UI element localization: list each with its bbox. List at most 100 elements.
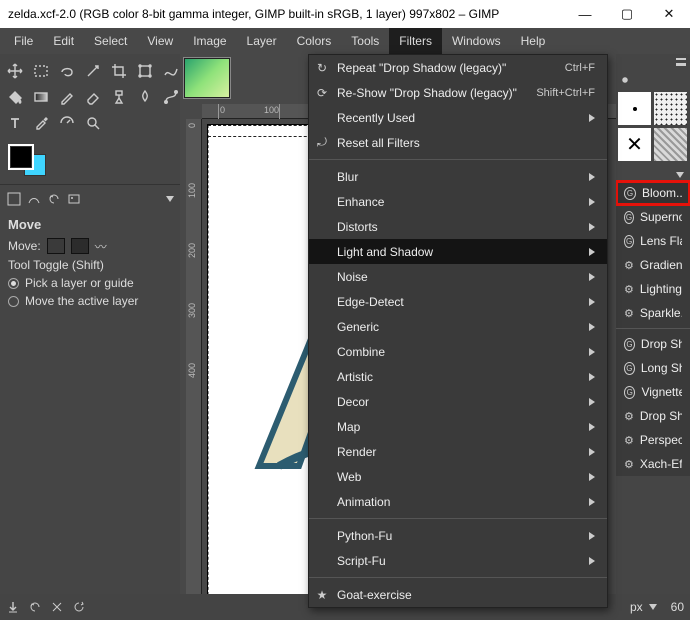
eraser-tool-icon[interactable] <box>82 86 104 108</box>
zoom-tool-icon[interactable] <box>82 112 104 134</box>
sb-delete-icon[interactable] <box>50 600 64 614</box>
menu-file[interactable]: File <box>4 28 43 54</box>
filters-item[interactable]: ↻Repeat "Drop Shadow (legacy)"Ctrl+F <box>309 55 607 80</box>
brush-item[interactable] <box>618 92 651 125</box>
filters-item[interactable]: Light and Shadow <box>309 239 607 264</box>
pencil-tool-icon[interactable] <box>56 86 78 108</box>
submenu-item[interactable]: GDrop Sha <box>616 332 690 356</box>
filters-item[interactable]: Recently Used <box>309 105 607 130</box>
filters-item[interactable]: Web <box>309 464 607 489</box>
tab-devices-icon[interactable] <box>26 191 42 207</box>
filters-item[interactable]: ⟳Re-Show "Drop Shadow (legacy)"Shift+Ctr… <box>309 80 607 105</box>
submenu-item[interactable]: ⚙Lighting E <box>616 277 690 301</box>
move-mode-layer-icon[interactable] <box>47 238 65 254</box>
unit-select[interactable]: px <box>630 600 643 614</box>
expand-icon[interactable] <box>676 172 684 178</box>
filters-item[interactable]: Map <box>309 414 607 439</box>
tab-images-icon[interactable] <box>66 191 82 207</box>
minimize-button[interactable]: — <box>564 0 606 28</box>
move-tool-icon[interactable] <box>4 60 26 82</box>
filters-item[interactable]: Blur <box>309 164 607 189</box>
filters-item[interactable]: Distorts <box>309 214 607 239</box>
measure-tool-icon[interactable] <box>56 112 78 134</box>
submenu-item[interactable]: ⚙Sparkle... <box>616 301 690 325</box>
dock-menu-icon[interactable] <box>676 58 686 66</box>
filters-item[interactable]: ★Goat-exercise <box>309 582 607 607</box>
tab-tool-options-icon[interactable] <box>6 191 22 207</box>
free-select-tool-icon[interactable] <box>56 60 78 82</box>
filters-item[interactable]: Script-Fu <box>309 548 607 573</box>
text-tool-icon[interactable] <box>4 112 26 134</box>
warp-tool-icon[interactable] <box>160 60 182 82</box>
brush-item[interactable] <box>654 128 687 161</box>
menu-label: Recently Used <box>337 111 415 125</box>
chevron-right-icon <box>589 295 595 309</box>
fg-color-swatch[interactable] <box>10 146 32 168</box>
filters-item[interactable]: Decor <box>309 389 607 414</box>
menu-help[interactable]: Help <box>511 28 556 54</box>
brush-item[interactable]: ✕ <box>618 128 651 161</box>
bucket-tool-icon[interactable] <box>4 86 26 108</box>
filters-item[interactable]: Combine <box>309 339 607 364</box>
menu-tools[interactable]: Tools <box>341 28 389 54</box>
menu-view[interactable]: View <box>137 28 183 54</box>
color-swatches[interactable] <box>0 140 180 182</box>
menu-image[interactable]: Image <box>183 28 236 54</box>
submenu-item[interactable]: GSupernova <box>616 205 690 229</box>
submenu-item[interactable]: GVignette. <box>616 380 690 404</box>
sb-reset-icon[interactable] <box>72 600 86 614</box>
separator <box>309 577 607 578</box>
radio-move-active[interactable] <box>8 296 19 307</box>
move-mode-selection-icon[interactable] <box>71 238 89 254</box>
submenu-item[interactable]: ⚙Perspecti <box>616 428 690 452</box>
submenu-item[interactable]: GBloom... <box>616 181 690 205</box>
brushes-tab-icon[interactable] <box>618 73 632 87</box>
sb-undo-icon[interactable] <box>28 600 42 614</box>
filters-item[interactable]: Generic <box>309 314 607 339</box>
picker-tool-icon[interactable] <box>30 112 52 134</box>
chevron-right-icon <box>589 111 595 125</box>
filters-item[interactable]: Noise <box>309 264 607 289</box>
rect-select-tool-icon[interactable] <box>30 60 52 82</box>
menu-select[interactable]: Select <box>84 28 137 54</box>
close-button[interactable]: ✕ <box>648 0 690 28</box>
filters-item[interactable]: Artistic <box>309 364 607 389</box>
submenu-item[interactable]: ⚙Gradient <box>616 253 690 277</box>
sb-save-icon[interactable] <box>6 600 20 614</box>
submenu-item[interactable]: ⚙Drop Sha <box>616 404 690 428</box>
filters-item[interactable]: Animation <box>309 489 607 514</box>
filters-item[interactable]: Render <box>309 439 607 464</box>
submenu-item[interactable]: GLong Sha <box>616 356 690 380</box>
submenu-item[interactable]: ⚙Xach-Effe <box>616 452 690 476</box>
brush-grid: ✕ <box>616 90 690 163</box>
tab-undo-icon[interactable] <box>46 191 62 207</box>
submenu-item[interactable]: GLens Flare <box>616 229 690 253</box>
menu-layer[interactable]: Layer <box>237 28 287 54</box>
chevron-right-icon <box>589 245 595 259</box>
crop-tool-icon[interactable] <box>108 60 130 82</box>
filters-item[interactable]: ⤾Reset all Filters <box>309 130 607 155</box>
filters-item[interactable]: Enhance <box>309 189 607 214</box>
move-mode-path-icon[interactable]: 〰 <box>95 238 113 254</box>
left-panel: Move Move: 〰 Tool Toggle (Shift) Pick a … <box>0 54 180 594</box>
unit-arrow-icon[interactable] <box>649 604 657 610</box>
dock-menu-icon[interactable] <box>166 196 174 202</box>
menu-filters[interactable]: Filters <box>389 28 442 54</box>
filters-item[interactable]: Edge-Detect <box>309 289 607 314</box>
menu-windows[interactable]: Windows <box>442 28 511 54</box>
brush-item[interactable] <box>654 92 687 125</box>
zoom-value[interactable]: 60 <box>671 600 684 614</box>
gradient-tool-icon[interactable] <box>30 86 52 108</box>
menu-edit[interactable]: Edit <box>43 28 84 54</box>
path-tool-icon[interactable] <box>160 86 182 108</box>
smudge-tool-icon[interactable] <box>134 86 156 108</box>
maximize-button[interactable]: ▢ <box>606 0 648 28</box>
separator <box>616 328 690 329</box>
radio-pick-layer[interactable] <box>8 278 19 289</box>
transform-tool-icon[interactable] <box>134 60 156 82</box>
clone-tool-icon[interactable] <box>108 86 130 108</box>
fuzzy-select-tool-icon[interactable] <box>82 60 104 82</box>
image-tab[interactable] <box>184 58 230 98</box>
filters-item[interactable]: Python-Fu <box>309 523 607 548</box>
menu-colors[interactable]: Colors <box>287 28 342 54</box>
